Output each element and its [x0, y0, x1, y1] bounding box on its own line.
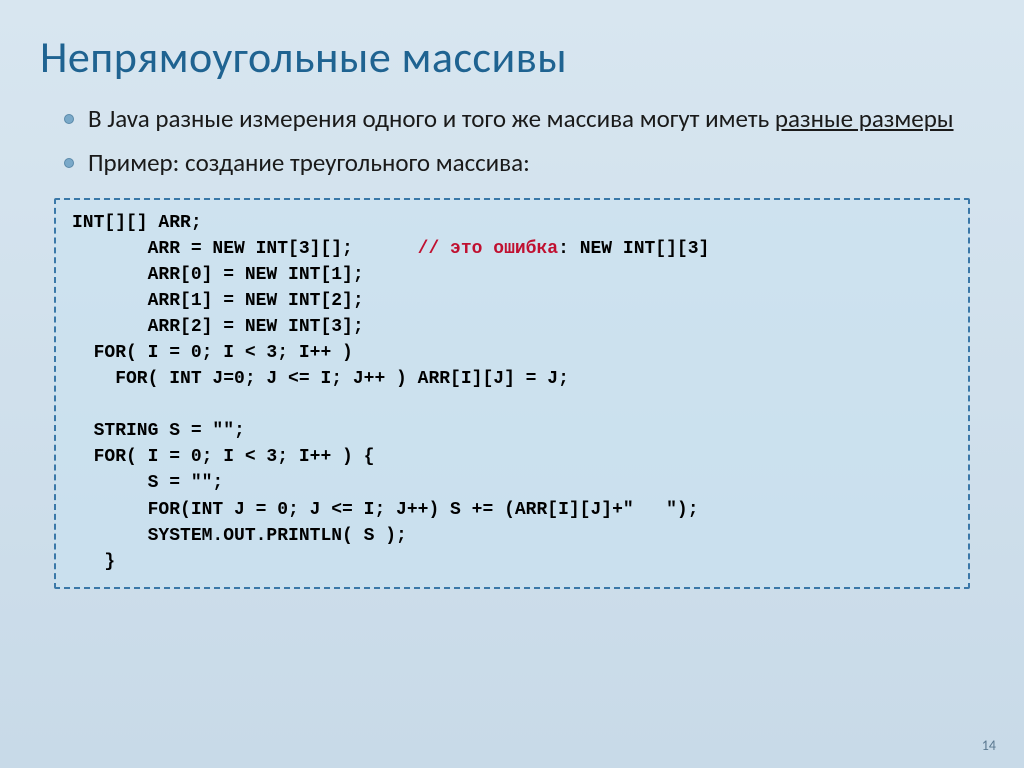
slide: Непрямоугольные массивы В Java разные из… — [0, 0, 1024, 589]
code-line: FOR( I = 0; I < 3; I++ ) { — [72, 447, 374, 467]
code-line: : NEW INT[][3] — [558, 239, 709, 259]
code-line: FOR( I = 0; I < 3; I++ ) — [72, 343, 353, 363]
code-line: INT[][] ARR; — [72, 213, 202, 233]
bullet-dot-icon — [64, 114, 74, 124]
slide-title: Непрямоугольные массивы — [40, 30, 984, 84]
bullet-fragment-underline: разные размеры — [775, 103, 954, 134]
code-line: ARR[1] = NEW INT[2]; — [72, 291, 364, 311]
page-number: 14 — [982, 737, 996, 754]
code-line: STRING S = ""; — [72, 421, 245, 441]
bullet-fragment: В Java — [88, 103, 155, 134]
bullet-text: В Java разные измерения одного и того же… — [88, 102, 954, 136]
bullet-text: Пример: создание треугольного массива: — [88, 146, 530, 180]
bullet-item: Пример: создание треугольного массива: — [64, 146, 984, 180]
bullet-list: В Java разные измерения одного и того же… — [64, 102, 984, 180]
code-line: FOR( INT J=0; J <= I; J++ ) ARR[I][J] = … — [72, 369, 569, 389]
code-line: S = ""; — [72, 473, 223, 493]
bullet-fragment: разные измерения — [155, 103, 357, 134]
code-block: INT[][] ARR; ARR = NEW INT[3][]; // это … — [54, 198, 970, 589]
code-line: ARR[0] = NEW INT[1]; — [72, 265, 364, 285]
bullet-fragment: Пример: создание треугольного массива: — [88, 147, 530, 178]
code-line: ARR[2] = NEW INT[3]; — [72, 317, 364, 337]
code-line: ARR = NEW INT[3][]; — [72, 239, 418, 259]
code-line: } — [72, 552, 115, 572]
code-line: FOR(INT J = 0; J <= I; J++) S += (ARR[I]… — [72, 500, 699, 520]
bullet-fragment: одного и того же массива могут иметь — [357, 103, 775, 134]
bullet-item: В Java разные измерения одного и того же… — [64, 102, 984, 136]
bullet-dot-icon — [64, 158, 74, 168]
code-error-comment: // это ошибка — [418, 239, 558, 259]
code-line: SYSTEM.OUT.PRINTLN( S ); — [72, 526, 407, 546]
